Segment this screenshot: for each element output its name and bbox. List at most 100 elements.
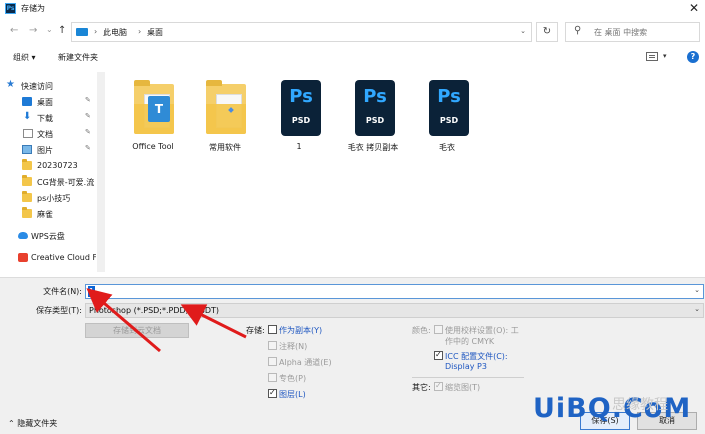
recent-locations-chevron-icon[interactable]: ⌄ xyxy=(46,25,53,34)
icc-profile-checkbox[interactable] xyxy=(434,350,443,360)
search-icon: ⚲ xyxy=(574,25,582,36)
toolbar: 组织 ▾ 新建文件夹 ▾ ? xyxy=(0,48,705,68)
organize-menu[interactable]: 组织 ▾ xyxy=(13,52,36,63)
sidebar-item-pictures[interactable]: 图片 ✎ xyxy=(0,142,96,158)
office-tool-badge: T xyxy=(148,96,170,122)
download-icon: ⬇ xyxy=(23,111,32,122)
chevron-up-icon: ⌃ xyxy=(8,419,15,428)
title-bar: Ps 存储为 ✕ xyxy=(0,0,705,17)
hide-folders-toggle[interactable]: ⌃ 隐藏文件夹 xyxy=(8,418,57,429)
file-name: Office Tool xyxy=(132,142,174,151)
sidebar-item-sparrow[interactable]: 麻雀 xyxy=(0,206,96,222)
forward-arrow-icon[interactable]: → xyxy=(29,25,37,36)
sidebar-item-label: 20230723 xyxy=(37,161,78,170)
address-dropdown-icon[interactable]: ⌄ xyxy=(520,27,526,35)
notes-label: 注释(N) xyxy=(279,342,308,351)
breadcrumb-this-pc[interactable]: 此电脑 xyxy=(103,27,127,38)
filename-field[interactable]: 1 ⌄ xyxy=(85,284,704,299)
breadcrumb-desktop[interactable]: 桌面 xyxy=(147,27,163,38)
pin-icon: ✎ xyxy=(85,144,91,152)
document-icon xyxy=(23,129,33,138)
alpha-channels-label: Alpha 通道(E) xyxy=(279,358,332,367)
watermark-sub: 思缘教程 xyxy=(612,397,668,413)
sidebar-item-label: 快速访问 xyxy=(21,82,53,91)
sidebar-item-label: 下载 xyxy=(37,114,53,123)
up-arrow-icon[interactable]: ↑ xyxy=(58,25,66,36)
notes-checkbox[interactable] xyxy=(268,341,277,350)
psd-file-icon: Ps PSD xyxy=(281,80,321,136)
search-box[interactable]: ⚲ 在 桌面 中搜索 xyxy=(565,22,700,42)
close-icon[interactable]: ✕ xyxy=(689,1,699,15)
folder-icon: T xyxy=(134,80,174,134)
chevron-down-icon[interactable]: ⌄ xyxy=(694,286,700,294)
folder-icon xyxy=(22,159,32,170)
this-pc-icon xyxy=(76,28,88,36)
psd-file-icon: Ps PSD xyxy=(355,80,395,136)
pin-icon: ✎ xyxy=(85,112,91,120)
sidebar-item-quick-access[interactable]: ★ 快速访问 xyxy=(0,78,96,94)
sidebar-item-wps-cloud[interactable]: WPS云盘 xyxy=(0,228,96,244)
save-options-label: 存储: xyxy=(246,326,265,335)
view-options-icon[interactable] xyxy=(646,52,658,61)
sidebar-item-desktop[interactable]: 桌面 ✎ xyxy=(0,94,96,110)
sidebar-scrollbar[interactable] xyxy=(97,72,105,272)
filetype-label: 保存类型(T): xyxy=(36,306,82,315)
save-to-cloud-button[interactable]: 存储到云文档 xyxy=(85,323,189,338)
proof-setup-label: 使用校样设置(O): 工 xyxy=(445,326,519,335)
sidebar-item-label: 图片 xyxy=(37,146,53,155)
sidebar-item-ps-tips[interactable]: ps小技巧 xyxy=(0,190,96,206)
back-arrow-icon[interactable]: ← xyxy=(10,25,18,36)
sidebar-item-downloads[interactable]: ⬇ 下载 ✎ xyxy=(0,110,96,126)
alpha-channels-checkbox[interactable] xyxy=(268,357,277,366)
other-label: 其它: xyxy=(412,383,431,392)
folder-icon xyxy=(22,175,32,186)
sidebar-item-20230723[interactable]: 20230723 xyxy=(0,158,96,174)
photoshop-icon: Ps xyxy=(5,3,16,14)
filetype-select[interactable]: Photoshop (*.PSD;*.PDD;*.PSDT) ⌄ xyxy=(85,303,704,318)
sidebar-item-label: 文档 xyxy=(37,130,53,139)
sidebar-item-label: 桌面 xyxy=(37,98,53,107)
layers-label[interactable]: 图层(L) xyxy=(279,389,306,400)
thumbnail-checkbox[interactable] xyxy=(434,381,443,391)
refresh-button[interactable]: ↻ xyxy=(536,22,558,42)
sidebar-item-creative-cloud[interactable]: Creative Cloud F xyxy=(0,250,96,266)
help-icon[interactable]: ? xyxy=(687,51,699,63)
file-name: 毛衣 xyxy=(439,143,455,152)
layers-checkbox[interactable] xyxy=(268,388,277,398)
save-as-dialog: Ps 存储为 ✕ ← → ⌄ ↑ › 此电脑 › 桌面 ⌄ ↻ ⚲ 在 桌面 中… xyxy=(0,0,705,434)
folder-icon xyxy=(22,191,32,202)
icc-profile-name: Display P3 xyxy=(445,362,487,371)
sidebar-item-documents[interactable]: 文档 ✎ xyxy=(0,126,96,142)
hide-folders-label: 隐藏文件夹 xyxy=(17,419,58,428)
sidebar-item-cg-background[interactable]: CG背景-可爱.流 xyxy=(0,174,96,190)
sidebar-item-label: Creative Cloud F xyxy=(31,253,96,262)
proof-setup-checkbox[interactable] xyxy=(434,325,443,334)
breadcrumb-separator: › xyxy=(138,27,142,36)
filename-value[interactable]: 1 xyxy=(88,286,96,297)
psd-icon-ext: PSD xyxy=(439,116,459,125)
breadcrumb-separator: › xyxy=(94,27,98,36)
chevron-down-icon[interactable]: ⌄ xyxy=(694,305,700,313)
thumbnail-label: 缩览图(T) xyxy=(445,383,481,392)
file-list: T Office Tool 常用软件 Ps PSD 1 Ps PSD 毛衣 拷贝… xyxy=(108,72,705,277)
picture-icon xyxy=(22,145,32,154)
psd-icon-ext: PSD xyxy=(291,116,311,125)
psd-icon-ps: Ps xyxy=(437,86,461,107)
psd-icon-ps: Ps xyxy=(289,86,313,107)
color-label: 颜色: xyxy=(412,326,431,335)
view-dropdown-icon[interactable]: ▾ xyxy=(663,52,667,60)
new-folder-button[interactable]: 新建文件夹 xyxy=(58,52,98,63)
icc-profile-label[interactable]: ICC 配置文件(C): xyxy=(445,351,508,362)
as-copy-label[interactable]: 作为副本(Y) xyxy=(279,325,322,336)
desktop-icon xyxy=(22,97,32,106)
address-bar[interactable]: › 此电脑 › 桌面 ⌄ xyxy=(71,22,532,42)
pin-icon: ✎ xyxy=(85,96,91,104)
search-placeholder: 在 桌面 中搜索 xyxy=(594,28,648,37)
divider xyxy=(412,377,524,378)
file-name: 1 xyxy=(296,142,302,151)
creative-cloud-icon xyxy=(18,253,28,262)
spot-colors-checkbox[interactable] xyxy=(268,373,277,382)
file-name: 毛衣 拷贝副本 xyxy=(347,143,399,152)
as-copy-checkbox[interactable] xyxy=(268,325,277,334)
sidebar-item-label: WPS云盘 xyxy=(31,232,65,241)
